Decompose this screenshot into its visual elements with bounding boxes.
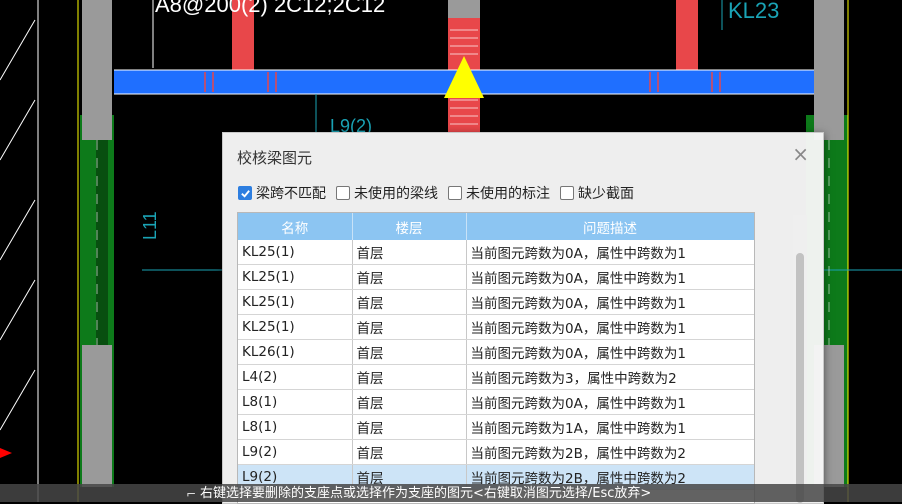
beam-label-kl23: KL23 bbox=[728, 0, 780, 23]
table-header-row: 名称 楼层 问题描述 bbox=[238, 213, 754, 240]
cell-name: KL26(1) bbox=[238, 339, 353, 365]
cell-floor: 首层 bbox=[352, 264, 467, 290]
cell-floor: 首层 bbox=[352, 339, 467, 365]
close-icon[interactable]: × bbox=[792, 144, 809, 164]
table-row[interactable]: L8(1) 首层 当前图元跨数为1A，属性中跨数为1 bbox=[238, 414, 754, 440]
cell-name: L8(1) bbox=[238, 414, 353, 440]
filter-label: 梁跨不匹配 bbox=[256, 186, 326, 202]
cell-floor: 首层 bbox=[352, 364, 467, 390]
checkbox-icon[interactable] bbox=[336, 186, 350, 200]
filter-unused-annotations[interactable]: 未使用的标注 bbox=[448, 183, 550, 203]
cell-floor: 首层 bbox=[352, 414, 467, 440]
checkbox-icon[interactable] bbox=[560, 186, 574, 200]
column-header-name[interactable]: 名称 bbox=[238, 213, 353, 240]
beam-label-l11: L11 bbox=[140, 211, 160, 240]
cell-floor: 首层 bbox=[352, 289, 467, 315]
scrollbar[interactable] bbox=[793, 215, 807, 503]
status-text: 右键选择要删除的支座点或选择作为支座的图元<右键取消图元选择/Esc放弃> bbox=[200, 486, 652, 501]
cell-description: 当前图元跨数为0A，属性中跨数为1 bbox=[466, 339, 754, 365]
cell-description: 当前图元跨数为0A，属性中跨数为1 bbox=[466, 240, 754, 265]
filter-label: 未使用的梁线 bbox=[354, 186, 438, 202]
cell-name: KL25(1) bbox=[238, 240, 353, 265]
cell-name: L9(2) bbox=[238, 439, 353, 465]
table-row[interactable]: KL25(1) 首层 当前图元跨数为0A，属性中跨数为1 bbox=[238, 289, 754, 315]
filter-span-mismatch[interactable]: 梁跨不匹配 bbox=[238, 183, 326, 203]
column-header-description[interactable]: 问题描述 bbox=[466, 213, 754, 240]
cell-floor: 首层 bbox=[352, 389, 467, 415]
cell-description: 当前图元跨数为0A，属性中跨数为1 bbox=[466, 264, 754, 290]
column bbox=[448, 0, 480, 18]
cell-description: 当前图元跨数为2B，属性中跨数为2 bbox=[466, 439, 754, 465]
hatch-area bbox=[0, 0, 39, 502]
table-row[interactable]: KL25(1) 首层 当前图元跨数为0A，属性中跨数为1 bbox=[238, 314, 754, 340]
table-row[interactable]: KL25(1) 首层 当前图元跨数为0A，属性中跨数为1 bbox=[238, 264, 754, 290]
table-row[interactable]: L8(1) 首层 当前图元跨数为0A，属性中跨数为1 bbox=[238, 389, 754, 415]
filter-unused-beam-lines[interactable]: 未使用的梁线 bbox=[336, 183, 438, 203]
rebar-spec-label: A8@200(2) 2C12;2C12 bbox=[155, 0, 386, 17]
table-row[interactable]: L4(2) 首层 当前图元跨数为3，属性中跨数为2 bbox=[238, 364, 754, 390]
cell-description: 当前图元跨数为3，属性中跨数为2 bbox=[466, 364, 754, 390]
column bbox=[82, 0, 112, 140]
rebar-member bbox=[676, 0, 698, 70]
filter-missing-section[interactable]: 缺少截面 bbox=[560, 183, 634, 203]
dialog-title: 校核梁图元 bbox=[237, 149, 313, 167]
filter-label: 缺少截面 bbox=[578, 186, 634, 202]
checkbox-checked-icon[interactable] bbox=[238, 186, 252, 200]
cell-name: KL25(1) bbox=[238, 264, 353, 290]
checkbox-icon[interactable] bbox=[448, 186, 462, 200]
status-bar: ⌐ 右键选择要删除的支座点或选择作为支座的图元<右键取消图元选择/Esc放弃> bbox=[0, 484, 902, 502]
scrollbar-thumb[interactable] bbox=[796, 253, 804, 503]
cell-description: 当前图元跨数为0A，属性中跨数为1 bbox=[466, 289, 754, 315]
cell-name: KL25(1) bbox=[238, 314, 353, 340]
check-beam-dialog: 校核梁图元 × 梁跨不匹配 未使用的梁线 未使用的标注 缺少截面 名称 楼层 问… bbox=[222, 132, 824, 504]
column bbox=[82, 345, 112, 487]
cell-description: 当前图元跨数为0A，属性中跨数为1 bbox=[466, 314, 754, 340]
results-table: 名称 楼层 问题描述 KL25(1) 首层 当前图元跨数为0A，属性中跨数为1 KL… bbox=[237, 212, 755, 504]
cell-description: 当前图元跨数为1A，属性中跨数为1 bbox=[466, 414, 754, 440]
table-row[interactable]: L9(2) 首层 当前图元跨数为2B，属性中跨数为2 bbox=[238, 439, 754, 465]
column-header-floor[interactable]: 楼层 bbox=[352, 213, 467, 240]
table-row[interactable]: KL26(1) 首层 当前图元跨数为0A，属性中跨数为1 bbox=[238, 339, 754, 365]
axis-arrow-icon bbox=[0, 448, 12, 458]
cell-floor: 首层 bbox=[352, 314, 467, 340]
table-row[interactable]: KL25(1) 首层 当前图元跨数为0A，属性中跨数为1 bbox=[238, 240, 754, 265]
cell-name: L8(1) bbox=[238, 389, 353, 415]
column bbox=[814, 0, 844, 140]
cursor-icon: ⌐ bbox=[186, 487, 197, 501]
cell-floor: 首层 bbox=[352, 439, 467, 465]
cell-description: 当前图元跨数为0A，属性中跨数为1 bbox=[466, 389, 754, 415]
cell-floor: 首层 bbox=[352, 240, 467, 265]
filter-options: 梁跨不匹配 未使用的梁线 未使用的标注 缺少截面 bbox=[238, 183, 634, 203]
filter-label: 未使用的标注 bbox=[466, 186, 550, 202]
cell-name: L4(2) bbox=[238, 364, 353, 390]
cell-name: KL25(1) bbox=[238, 289, 353, 315]
